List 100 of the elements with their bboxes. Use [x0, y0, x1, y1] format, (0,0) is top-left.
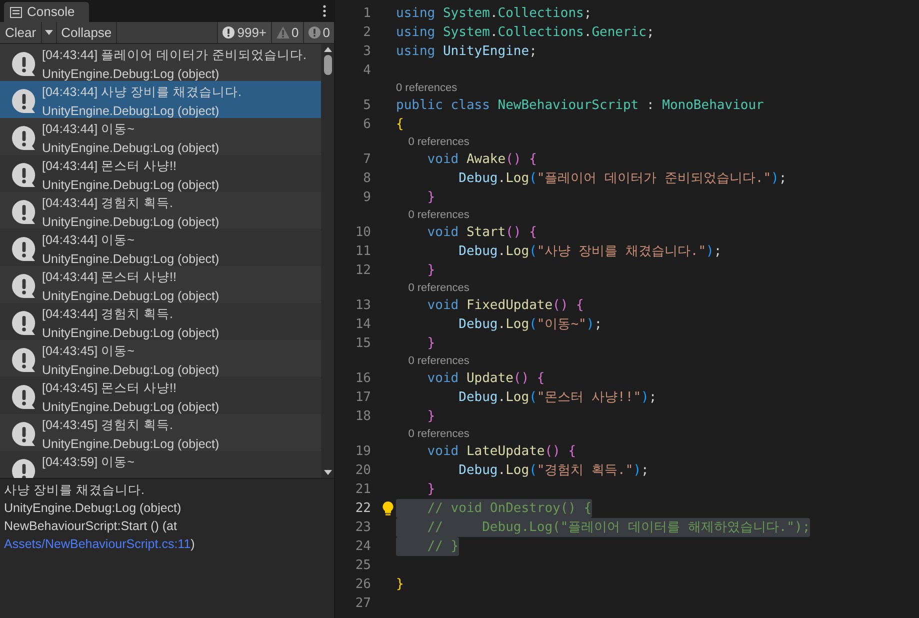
code-line: Debug.Log("이동~");: [458, 316, 602, 334]
message-icon: [10, 235, 38, 263]
log-message: [04:43:44] 몬스터 사냥!!: [42, 269, 178, 286]
code-line: void FixedUpdate() {: [426, 296, 584, 315]
code-line: }: [426, 262, 436, 280]
error-icon: [308, 26, 321, 39]
code-line: using UnityEngine;: [396, 42, 537, 61]
log-message: [04:43:44] 이동~: [42, 232, 136, 249]
log-message: [04:43:44] 경험치 획득.: [42, 306, 174, 323]
message-icon: [10, 420, 38, 448]
source-link[interactable]: Assets/NewBehaviourScript.cs:11: [4, 537, 191, 551]
lightbulb-icon[interactable]: [382, 501, 394, 516]
log-message: [04:43:44] 플레이어 데이터가 준비되었습니다.: [42, 47, 306, 64]
warning-icon: [276, 26, 290, 39]
log-entry[interactable]: [04:43:44] 이동~ UnityEngine.Debug:Log (object): [0, 229, 321, 266]
codelens-references[interactable]: 0 references: [396, 280, 470, 296]
line-number: 6: [362, 116, 371, 134]
scroll-up-icon[interactable]: [324, 47, 332, 52]
log-source: UnityEngine.Debug:Log (object): [42, 177, 220, 194]
code-line: void Awake() {: [426, 150, 537, 169]
stack-trace-line: 사냥 장비를 채겼습니다.: [4, 482, 146, 499]
line-number: 22: [354, 500, 371, 518]
line-number: 3: [362, 42, 371, 61]
message-icon: [10, 50, 38, 78]
log-source: UnityEngine.Debug:Log (object): [42, 362, 220, 379]
log-entry[interactable]: [04:43:45] 이동~ UnityEngine.Debug:Log (object): [0, 340, 321, 377]
log-message: [04:43:45] 경험치 획득.: [42, 417, 174, 434]
count-toggle[interactable]: 999+: [217, 22, 271, 43]
log-entry[interactable]: [04:43:45] 경험치 획득. UnityEngine.Debug:Log (object): [0, 414, 321, 451]
log-entry[interactable]: [04:43:44] 몬스터 사냥!! UnityEngine.Debug:Log (object): [0, 266, 321, 303]
code-line: void Update() {: [426, 370, 545, 388]
code-line: }: [396, 576, 404, 594]
codelens-references[interactable]: 0 references: [396, 206, 470, 224]
log-entry[interactable]: [04:43:44] 몬스터 사냥!! UnityEngine.Debug:Log (object): [0, 155, 321, 192]
line-number: 12: [354, 262, 371, 280]
count-toggle[interactable]: 0: [302, 22, 334, 43]
log-message: [04:43:44] 경험치 획득.: [42, 195, 174, 212]
codelens-references[interactable]: 0 references: [396, 352, 470, 370]
code-line: }: [426, 480, 436, 499]
message-icon: [10, 346, 38, 374]
log-source: UnityEngine.Debug:Log (object): [42, 399, 220, 416]
code-line: Debug.Log("플레이어 데이터가 준비되었습니다.");: [458, 170, 787, 188]
list-icon: [10, 6, 22, 18]
log-entry[interactable]: [04:43:44] 경험치 획득. UnityEngine.Debug:Log (object): [0, 303, 321, 340]
stack-trace-line: UnityEngine.Debug:Log (object): [4, 500, 182, 517]
codelens-references[interactable]: 0 references: [396, 426, 470, 442]
clear-button[interactable]: Clear: [0, 22, 42, 43]
log-message: [04:43:44] 사냥 장비를 채겼습니다.: [42, 84, 242, 101]
message-icon: [10, 161, 38, 189]
log-entry[interactable]: [04:43:59] 이동~: [0, 451, 321, 478]
message-icon: [10, 383, 38, 411]
line-number: 4: [362, 62, 371, 80]
stack-trace-line: ): [190, 537, 195, 551]
code-line: }: [426, 334, 436, 353]
line-number: 10: [354, 224, 371, 242]
log-message: [04:43:45] 이동~: [42, 343, 136, 360]
message-icon: [10, 309, 38, 337]
line-number: 8: [362, 170, 371, 188]
log-message: [04:43:45] 몬스터 사냥!!: [42, 380, 178, 397]
codelens-references[interactable]: 0 references: [396, 80, 458, 96]
clear-options-dropdown[interactable]: [42, 22, 58, 43]
code-line: Debug.Log("몬스터 사냥!!");: [458, 388, 657, 407]
line-number: 14: [354, 316, 371, 334]
log-source: UnityEngine.Debug:Log (object): [42, 103, 220, 120]
line-number: 1: [362, 4, 371, 23]
line-number: 7: [362, 150, 371, 169]
code-line: }: [426, 188, 436, 207]
scroll-down-icon[interactable]: [324, 470, 332, 475]
log-entry[interactable]: [04:43:45] 몬스터 사냥!! UnityEngine.Debug:Log (object): [0, 377, 321, 414]
console-tab[interactable]: Console: [4, 2, 89, 22]
code-line: Debug.Log("경험치 획득.");: [458, 462, 649, 480]
collapse-button[interactable]: Collapse: [57, 22, 117, 43]
log-message: [04:43:44] 몬스터 사냥!!: [42, 158, 178, 175]
more-options-icon[interactable]: [323, 5, 326, 17]
log-source: UnityEngine.Debug:Log (object): [42, 140, 220, 157]
scrollbar-thumb[interactable]: [324, 55, 332, 75]
line-number: 11: [354, 242, 371, 261]
code-line: using System.Collections;: [396, 4, 592, 23]
log-entry[interactable]: [04:43:44] 플레이어 데이터가 준비되었습니다. UnityEngine.Debug:Log (object): [0, 44, 321, 81]
line-number: 25: [354, 556, 371, 575]
code-line: Debug.Log("사냥 장비를 채겼습니다.");: [458, 242, 722, 261]
line-number: 23: [354, 518, 371, 537]
code-line: public class NewBehaviourScript : MonoBehaviour: [396, 96, 764, 115]
message-icon: [10, 124, 38, 152]
log-source: UnityEngine.Debug:Log (object): [42, 66, 220, 83]
log-entry[interactable]: [04:43:44] 이동~ UnityEngine.Debug:Log (object): [0, 118, 321, 155]
line-number: 19: [354, 442, 371, 461]
count-toggle[interactable]: 0: [270, 22, 303, 43]
message-icon: [10, 198, 38, 226]
caret-icon: [45, 30, 54, 35]
log-entry[interactable]: [04:43:44] 사냥 장비를 채겼습니다. UnityEngine.Debug:Log (object): [0, 81, 321, 118]
code-line: void LateUpdate() {: [426, 442, 576, 461]
line-number: 5: [362, 96, 371, 115]
line-number: 13: [354, 296, 371, 315]
codelens-references[interactable]: 0 references: [396, 134, 470, 150]
code-line: using System.Collections.Generic;: [396, 24, 654, 42]
log-entry[interactable]: [04:43:44] 경험치 획득. UnityEngine.Debug:Log (object): [0, 192, 321, 229]
line-number: 15: [354, 334, 371, 353]
line-number: 24: [354, 538, 371, 556]
log-message: [04:43:59] 이동~: [42, 454, 134, 471]
